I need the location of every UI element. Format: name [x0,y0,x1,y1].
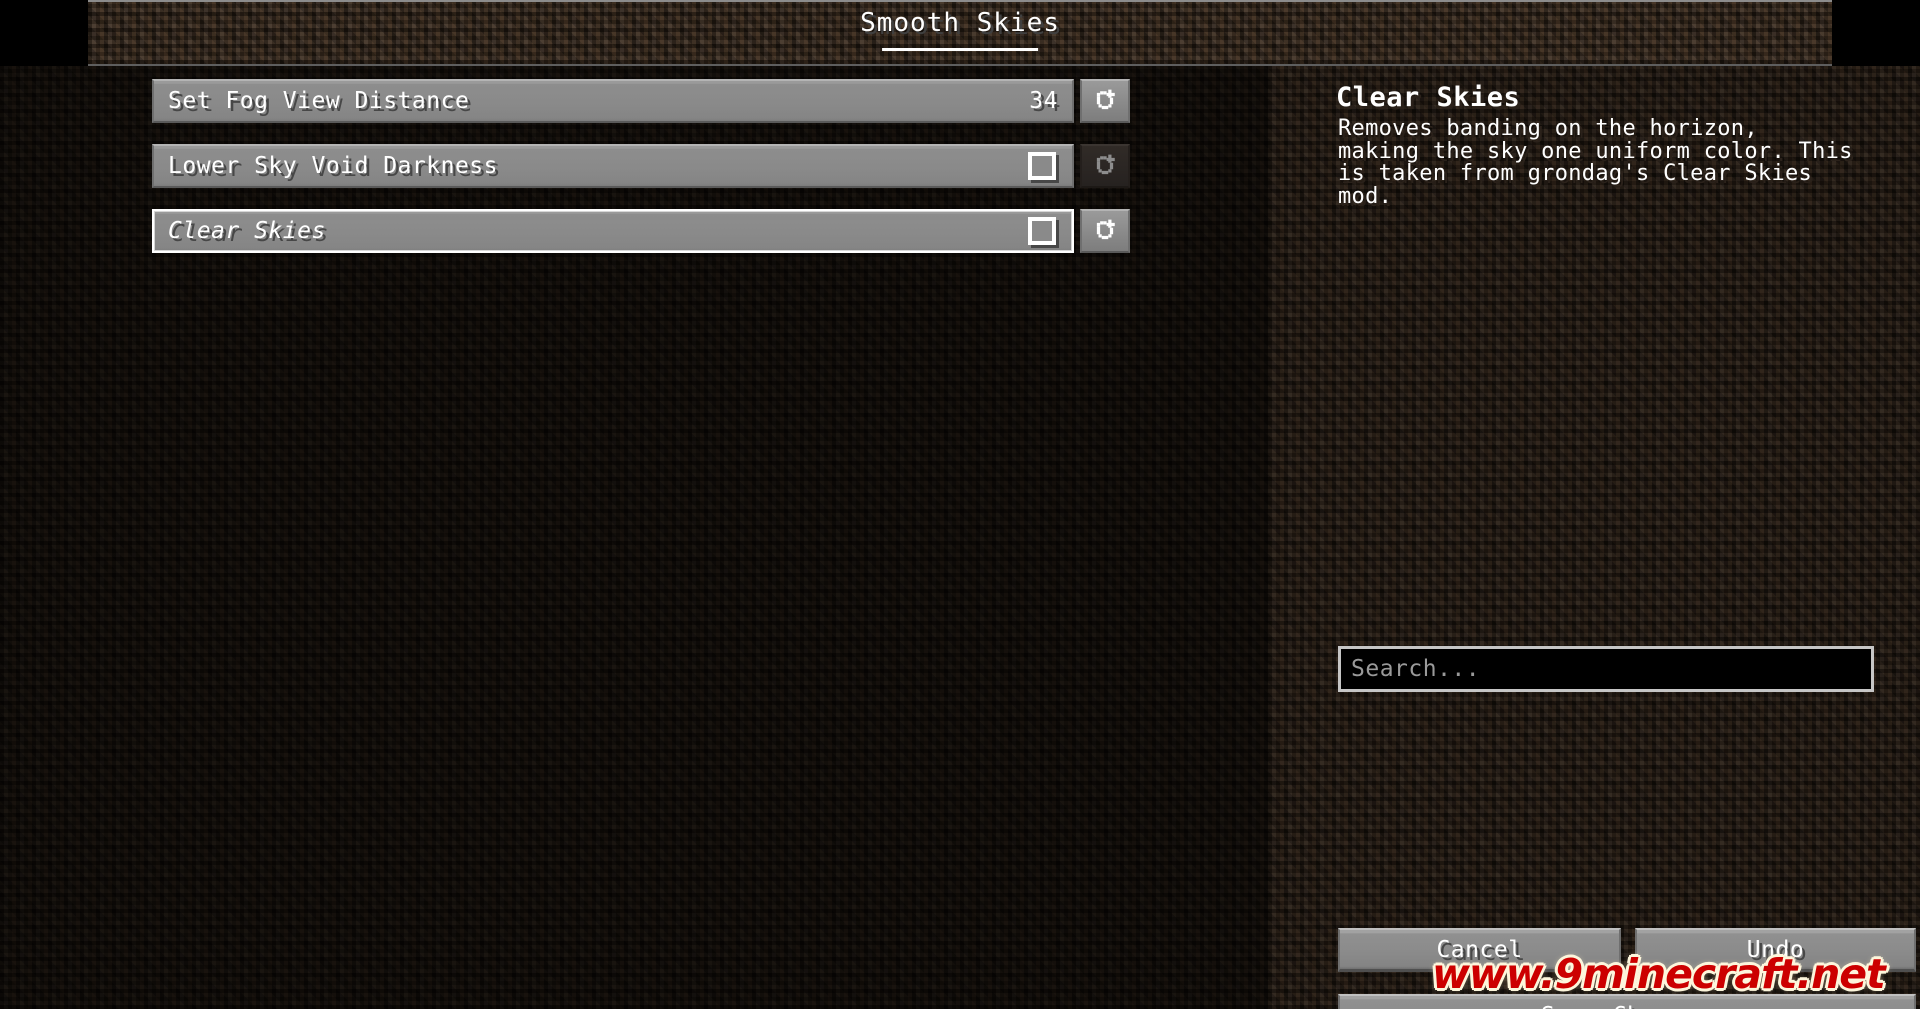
header-top-divider [88,0,1832,2]
config-entry-list: Set Fog View Distance 34 Lower Sky Void … [152,79,1132,274]
config-entry-row: Lower Sky Void Darkness [152,144,1132,188]
toggle-clear-skies[interactable]: Clear Skies [152,209,1074,253]
reset-arrow-icon [1096,219,1115,240]
tab-smooth-skies[interactable]: Smooth Skies [850,8,1070,59]
content-area: Set Fog View Distance 34 Lower Sky Void … [0,66,1920,1009]
info-description: Removes banding on the horizon, making t… [1338,116,1853,209]
reset-arrow-icon-button-lower-sky-void-darkness [1080,144,1130,188]
reset-arrow-icon [1096,154,1115,175]
config-entry-row: Clear Skies [152,209,1132,253]
config-entry-row: Set Fog View Distance 34 [152,79,1132,123]
tab-smooth-skies-label: Smooth Skies [860,8,1060,38]
site-watermark: www.9minecraft.net [1432,950,1886,998]
slider-set-fog-view-distance[interactable]: Set Fog View Distance 34 [152,79,1074,123]
checkbox-lower-sky-void-darkness[interactable] [1028,152,1056,180]
entry-label: Clear Skies [168,218,326,244]
search-input[interactable] [1351,656,1861,682]
search-box[interactable] [1338,646,1874,692]
save-changes-button-label: Save Changes [1541,1003,1713,1009]
reset-arrow-icon-button-clear-skies[interactable] [1080,209,1130,253]
reset-arrow-icon-button-fog-view-distance[interactable] [1080,79,1130,123]
entry-value: 34 [1029,88,1058,114]
header-bar: Smooth Skies [88,0,1832,66]
toggle-lower-sky-void-darkness[interactable]: Lower Sky Void Darkness [152,144,1074,188]
entry-label: Set Fog View Distance [168,88,470,114]
entry-label: Lower Sky Void Darkness [168,153,498,179]
tab-active-underline [882,48,1038,51]
config-screen: Smooth Skies Set Fog View Distance 34 Lo… [0,0,1920,1009]
reset-arrow-icon [1096,89,1115,110]
info-pane: Clear Skies Removes banding on the horiz… [1268,66,1920,1009]
info-title: Clear Skies [1336,82,1521,113]
checkbox-clear-skies[interactable] [1028,217,1056,245]
